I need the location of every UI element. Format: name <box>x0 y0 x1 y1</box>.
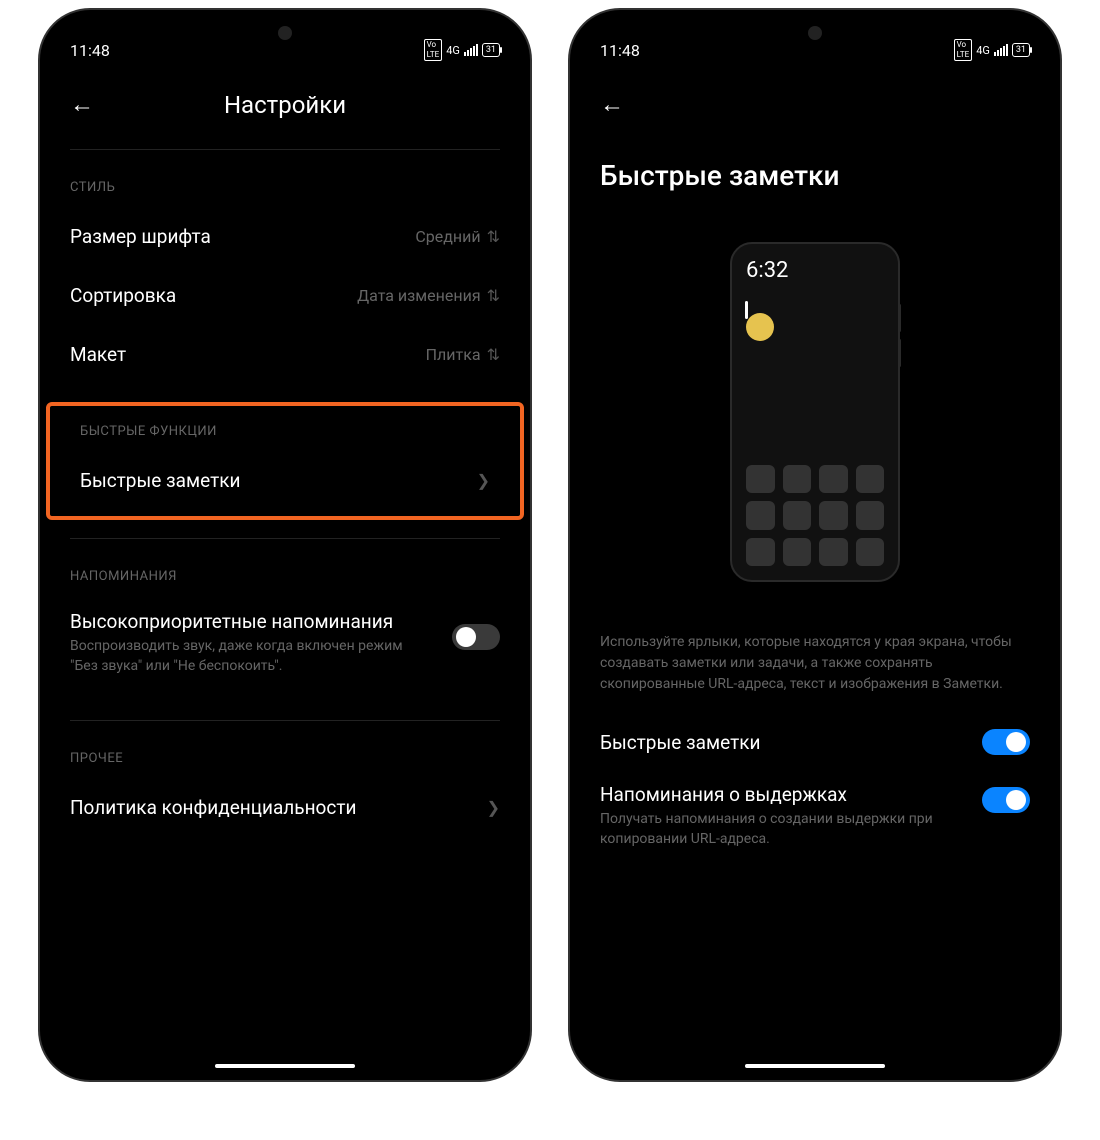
row-priority-reminders[interactable]: Высокоприоритетные напоминания Воспроизв… <box>40 596 530 690</box>
back-arrow-icon[interactable]: ← <box>600 90 624 119</box>
chevron-right-icon: ❯ <box>477 471 490 490</box>
network-type: 4G <box>446 44 460 57</box>
camera-notch <box>278 26 292 40</box>
row-quick-notes[interactable]: Быстрые заметки ❯ <box>50 451 520 510</box>
row-label: Быстрые заметки <box>80 469 240 492</box>
row-desc: Воспроизводить звук, даже когда включен … <box>70 637 410 676</box>
nav-bar[interactable] <box>745 1064 885 1068</box>
row-label: Высокоприоритетные напоминания <box>70 610 452 633</box>
phone-left: 11:48 VoLTE 4G 31 ← Настройки СТИЛЬ Разм… <box>40 10 530 1080</box>
feature-description: Используйте ярлыки, которые находятся у … <box>570 622 1060 715</box>
row-label: Размер шрифта <box>70 225 211 248</box>
highlight-box: БЫСТРЫЕ ФУНКЦИИ Быстрые заметки ❯ <box>46 402 524 520</box>
row-layout[interactable]: Макет Плитка ⇅ <box>40 325 530 384</box>
row-text: Высокоприоритетные напоминания Воспроизв… <box>70 610 452 676</box>
volte-icon: VoLTE <box>954 39 973 61</box>
updown-icon: ⇅ <box>487 227 500 246</box>
section-label-reminders: НАПОМИНАНИЯ <box>40 539 530 596</box>
battery-icon: 31 <box>482 43 500 57</box>
row-privacy[interactable]: Политика конфиденциальности ❯ <box>40 778 530 837</box>
app-grid-icon <box>746 465 884 567</box>
page-title: Настройки <box>70 91 500 119</box>
row-label: Макет <box>70 343 126 366</box>
row-value: Средний ⇅ <box>415 227 500 246</box>
illustration: 6:32 <box>570 212 1060 622</box>
finger-icon <box>746 313 774 341</box>
row-label: Быстрые заметки <box>600 731 982 754</box>
row-desc: Получать напоминания о создании выдержки… <box>600 810 940 849</box>
nav-bar[interactable] <box>215 1064 355 1068</box>
updown-icon: ⇅ <box>487 286 500 305</box>
status-icons: VoLTE 4G 31 <box>424 39 500 61</box>
row-value: Плитка ⇅ <box>426 345 500 364</box>
signal-bars-icon <box>994 44 1008 56</box>
page-title: Быстрые заметки <box>570 129 1060 212</box>
mini-phone: 6:32 <box>730 242 900 582</box>
phone-right: 11:48 VoLTE 4G 31 ← Быстрые заметки 6:32… <box>570 10 1060 1080</box>
toggle-priority[interactable] <box>452 624 500 650</box>
mini-side-button <box>898 339 901 367</box>
row-sort[interactable]: Сортировка Дата изменения ⇅ <box>40 266 530 325</box>
mini-side-button <box>898 304 901 332</box>
volte-icon: VoLTE <box>424 39 443 61</box>
row-text: Напоминания о выдержках Получать напомин… <box>600 783 982 849</box>
camera-notch <box>808 26 822 40</box>
status-time: 11:48 <box>70 41 110 60</box>
toggle-quick-notes[interactable] <box>982 729 1030 755</box>
signal-bars-icon <box>464 44 478 56</box>
header: ← <box>570 70 1060 129</box>
status-icons: VoLTE 4G 31 <box>954 39 1030 61</box>
mini-time: 6:32 <box>746 258 884 283</box>
network-type: 4G <box>976 44 990 57</box>
row-label: Политика конфиденциальности <box>70 796 356 819</box>
row-excerpt-toggle[interactable]: Напоминания о выдержках Получать напомин… <box>570 769 1060 863</box>
status-time: 11:48 <box>600 41 640 60</box>
row-text: Быстрые заметки <box>600 731 982 754</box>
updown-icon: ⇅ <box>487 345 500 364</box>
row-font-size[interactable]: Размер шрифта Средний ⇅ <box>40 207 530 266</box>
row-label: Сортировка <box>70 284 176 307</box>
section-label-style: СТИЛЬ <box>40 150 530 207</box>
header: ← Настройки <box>40 70 530 149</box>
chevron-right-icon: ❯ <box>487 798 500 817</box>
battery-icon: 31 <box>1012 43 1030 57</box>
edge-handle-icon <box>745 301 748 319</box>
row-quick-notes-toggle[interactable]: Быстрые заметки <box>570 715 1060 769</box>
toggle-excerpt[interactable] <box>982 787 1030 813</box>
row-value: Дата изменения ⇅ <box>357 286 500 305</box>
section-label-quick: БЫСТРЫЕ ФУНКЦИИ <box>50 406 520 451</box>
section-label-other: ПРОЧЕЕ <box>40 721 530 778</box>
row-label: Напоминания о выдержках <box>600 783 982 806</box>
